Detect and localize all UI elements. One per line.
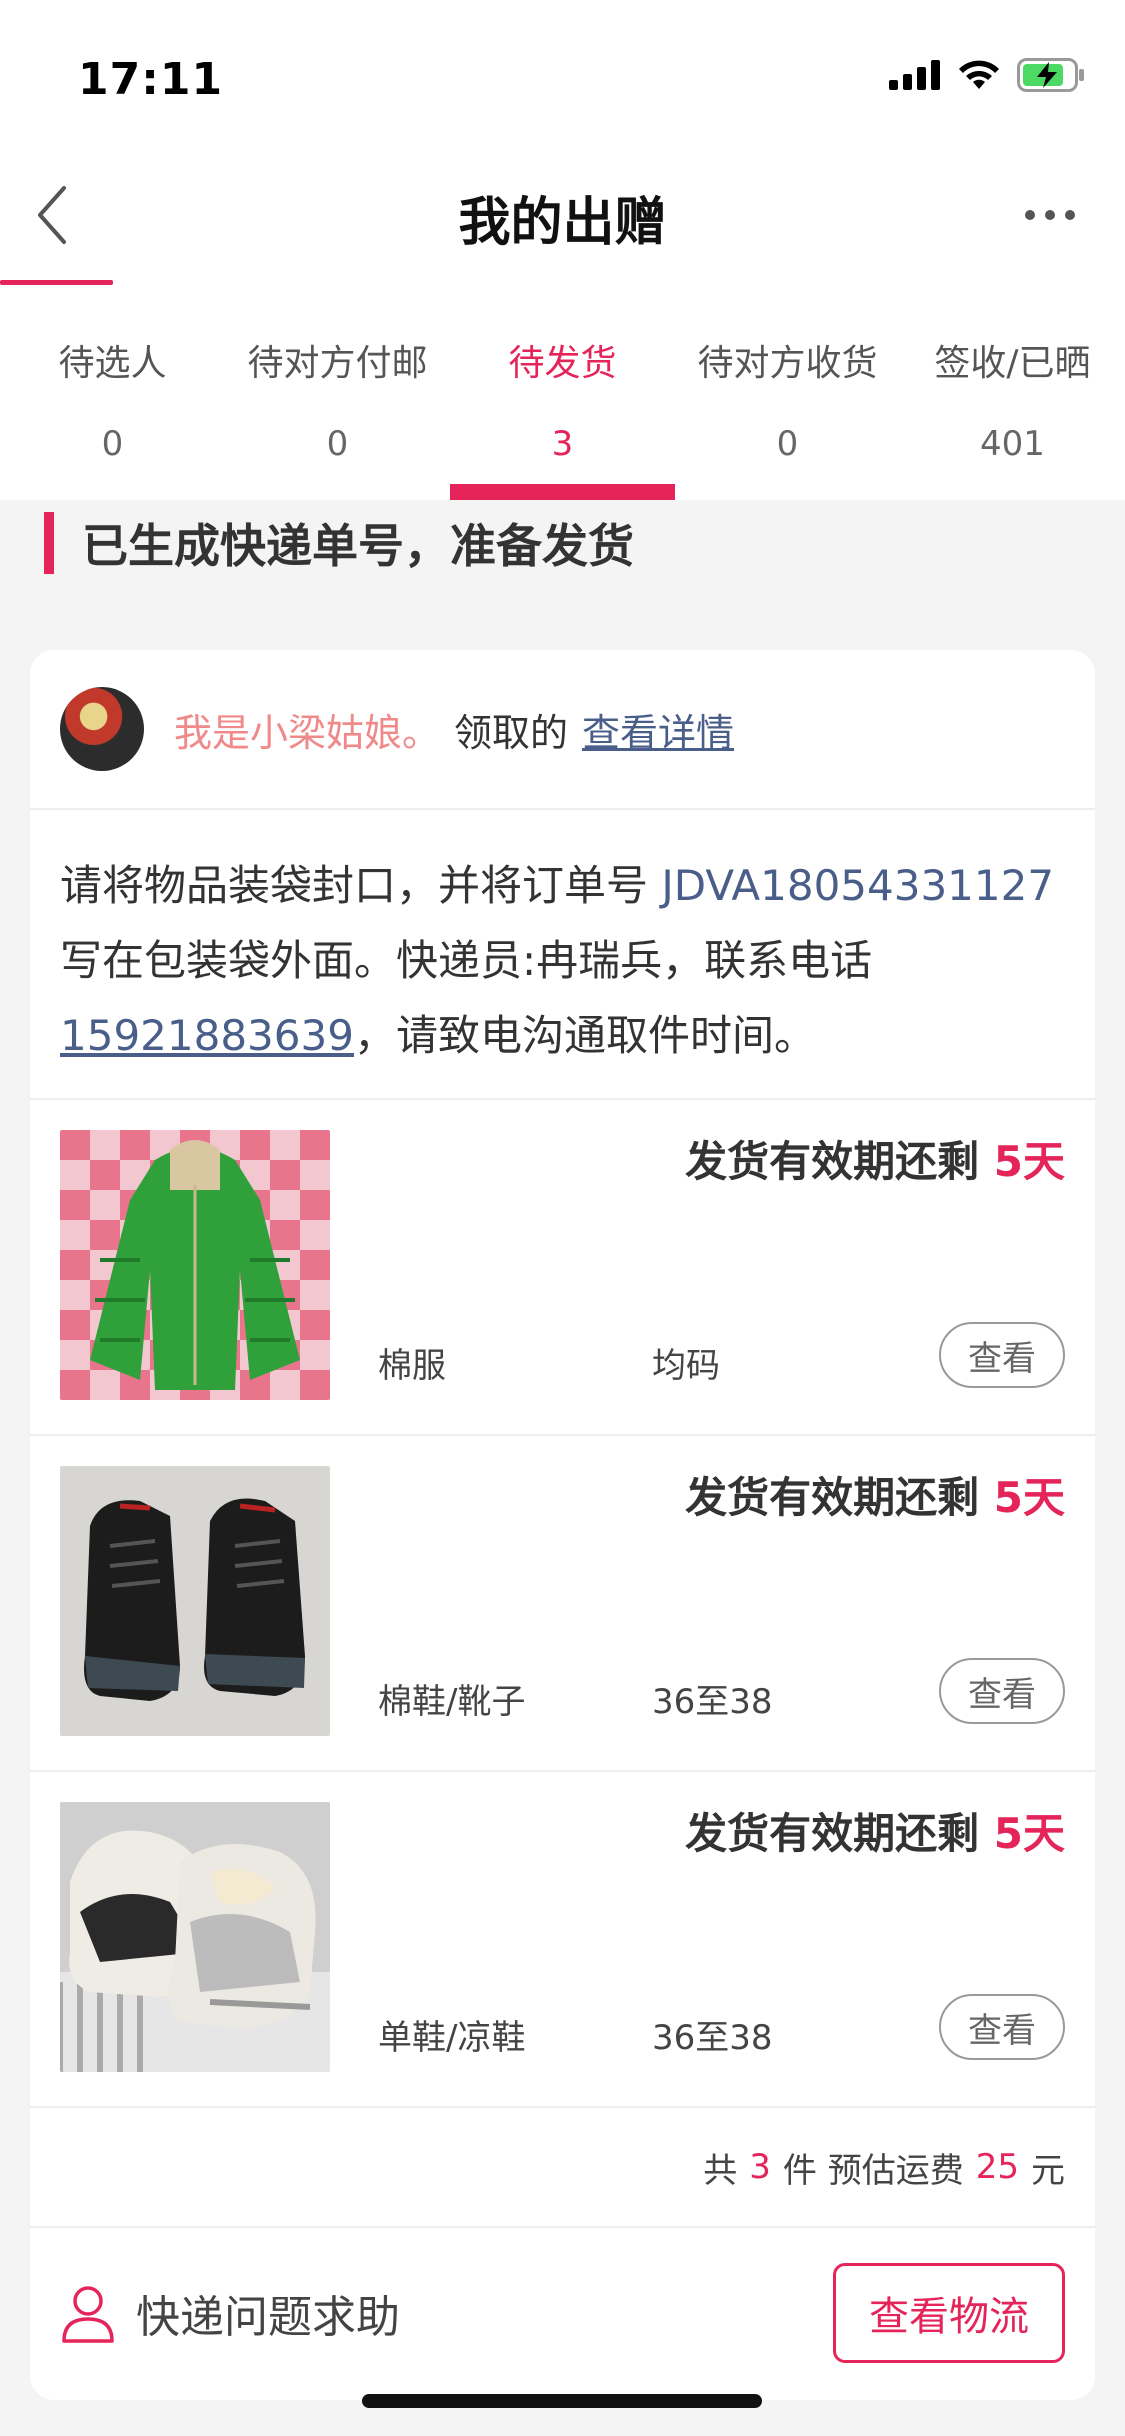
- more-dot: [1065, 210, 1075, 220]
- item-size: 36至38: [652, 2018, 773, 2058]
- courier-phone-link[interactable]: 15921883639: [60, 1011, 354, 1060]
- item-size: 均码: [652, 1346, 720, 1386]
- tab-label: 待选人: [58, 343, 167, 384]
- tab-label: 待对方付邮: [247, 343, 428, 384]
- deadline-label: 发货有效期还剩: [685, 1137, 994, 1186]
- tab-count: 0: [326, 424, 349, 464]
- summary-prefix: 共: [703, 2150, 738, 2191]
- item-category: 棉鞋/靴子: [378, 1682, 526, 1722]
- instruction-text: ，请致电沟通取件时间。: [353, 1011, 816, 1060]
- instruction-text: 请将物品装袋封口，并将订单号: [60, 861, 662, 910]
- tab-count: 3: [551, 424, 574, 464]
- tab-signed-shared[interactable]: 签收/已晒 401: [900, 330, 1125, 500]
- view-item-button[interactable]: 查看: [939, 1322, 1065, 1388]
- wifi-icon: [959, 60, 999, 89]
- order-number: JDVA18054331127: [661, 861, 1055, 910]
- order-card: 我是小梁姑娘。 领取的 查看详情 请将物品装袋封口，并将订单号 JDVA1805…: [30, 650, 1095, 2400]
- card-footer: 快递问题求助 查看物流: [30, 2228, 1095, 2398]
- section-accent-bar: [44, 512, 54, 574]
- summary-unit: 元: [1031, 2150, 1065, 2191]
- view-item-button[interactable]: 查看: [939, 1658, 1065, 1724]
- tab-label: 签收/已晒: [934, 343, 1091, 384]
- avatar[interactable]: [60, 687, 144, 771]
- ship-deadline: 发货有效期还剩 5天: [685, 1800, 1065, 1861]
- tab-pending-ship[interactable]: 待发货 3: [450, 330, 675, 500]
- instruction-text: 写在包装袋外面。快递员:冉瑞兵，联系电话: [60, 936, 873, 985]
- deadline-days: 5天: [993, 1137, 1065, 1186]
- list-item: 发货有效期还剩 5天 棉鞋/靴子 36至38 查看: [30, 1436, 1095, 1772]
- order-summary: 共 3 件 预估运费 25 元: [30, 2108, 1095, 2228]
- receiver-row: 我是小梁姑娘。 领取的 查看详情: [30, 650, 1095, 810]
- ship-deadline: 发货有效期还剩 5天: [685, 1464, 1065, 1525]
- deadline-label: 发货有效期还剩: [685, 1473, 994, 1522]
- tab-pending-select[interactable]: 待选人 0: [0, 330, 225, 500]
- item-image-jacket[interactable]: [60, 1130, 330, 1400]
- receiver-suffix: 领取的: [454, 710, 569, 755]
- status-time: 17:11: [78, 54, 224, 105]
- list-item: 发货有效期还剩 5天 棉服 均码 查看: [30, 1100, 1095, 1436]
- help-label: 快递问题求助: [136, 2292, 400, 2343]
- tab-count: 0: [776, 424, 799, 464]
- status-tabs: 待选人 0 待对方付邮 0 待发货 3 待对方收货 0 签收/已晒 401: [0, 330, 1125, 500]
- home-indicator[interactable]: [362, 2394, 762, 2408]
- view-item-button[interactable]: 查看: [939, 1994, 1065, 2060]
- page-title: 我的出赠: [458, 193, 667, 253]
- tab-pending-receive[interactable]: 待对方收货 0: [675, 330, 900, 500]
- person-icon: [62, 2286, 114, 2343]
- signal-icon: [889, 60, 940, 90]
- more-dot: [1045, 210, 1055, 220]
- tab-label: 待发货: [508, 343, 617, 384]
- deadline-label: 发货有效期还剩: [685, 1809, 994, 1858]
- section-header: 已生成快递单号，准备发货: [44, 512, 634, 574]
- more-dot: [1025, 210, 1035, 220]
- view-logistics-button[interactable]: 查看物流: [833, 2263, 1065, 2363]
- section-title: 已生成快递单号，准备发货: [82, 519, 634, 573]
- courier-help-button[interactable]: 快递问题求助: [60, 2281, 833, 2345]
- item-image-boots[interactable]: [60, 1466, 330, 1736]
- ship-deadline: 发货有效期还剩 5天: [685, 1128, 1065, 1189]
- summary-mid: 件 预估运费: [782, 2150, 964, 2191]
- item-category: 单鞋/凉鞋: [378, 2018, 526, 2058]
- list-item: 发货有效期还剩 5天 单鞋/凉鞋 36至38 查看: [30, 1772, 1095, 2108]
- tab-label: 待对方收货: [697, 343, 878, 384]
- item-size: 36至38: [652, 1682, 773, 1722]
- nav-underline: [0, 280, 113, 285]
- receiver-name[interactable]: 我是小梁姑娘。: [174, 702, 440, 757]
- active-tab-indicator: [450, 484, 675, 500]
- deadline-days: 5天: [993, 1473, 1065, 1522]
- deadline-days: 5天: [993, 1809, 1065, 1858]
- item-category: 棉服: [378, 1346, 446, 1386]
- shipping-instruction: 请将物品装袋封口，并将订单号 JDVA18054331127 写在包装袋外面。快…: [30, 810, 1095, 1100]
- more-button[interactable]: [1025, 200, 1085, 230]
- tab-count: 0: [101, 424, 124, 464]
- status-icons: [889, 58, 1085, 92]
- view-details-link[interactable]: 查看详情: [582, 702, 734, 757]
- tab-count: 401: [980, 424, 1045, 464]
- battery-charging-icon: [1017, 58, 1084, 92]
- item-count: 3: [749, 2147, 771, 2187]
- item-image-sneakers[interactable]: [60, 1802, 330, 2072]
- shipping-fee: 25: [975, 2147, 1019, 2187]
- tab-pending-postage[interactable]: 待对方付邮 0: [225, 330, 450, 500]
